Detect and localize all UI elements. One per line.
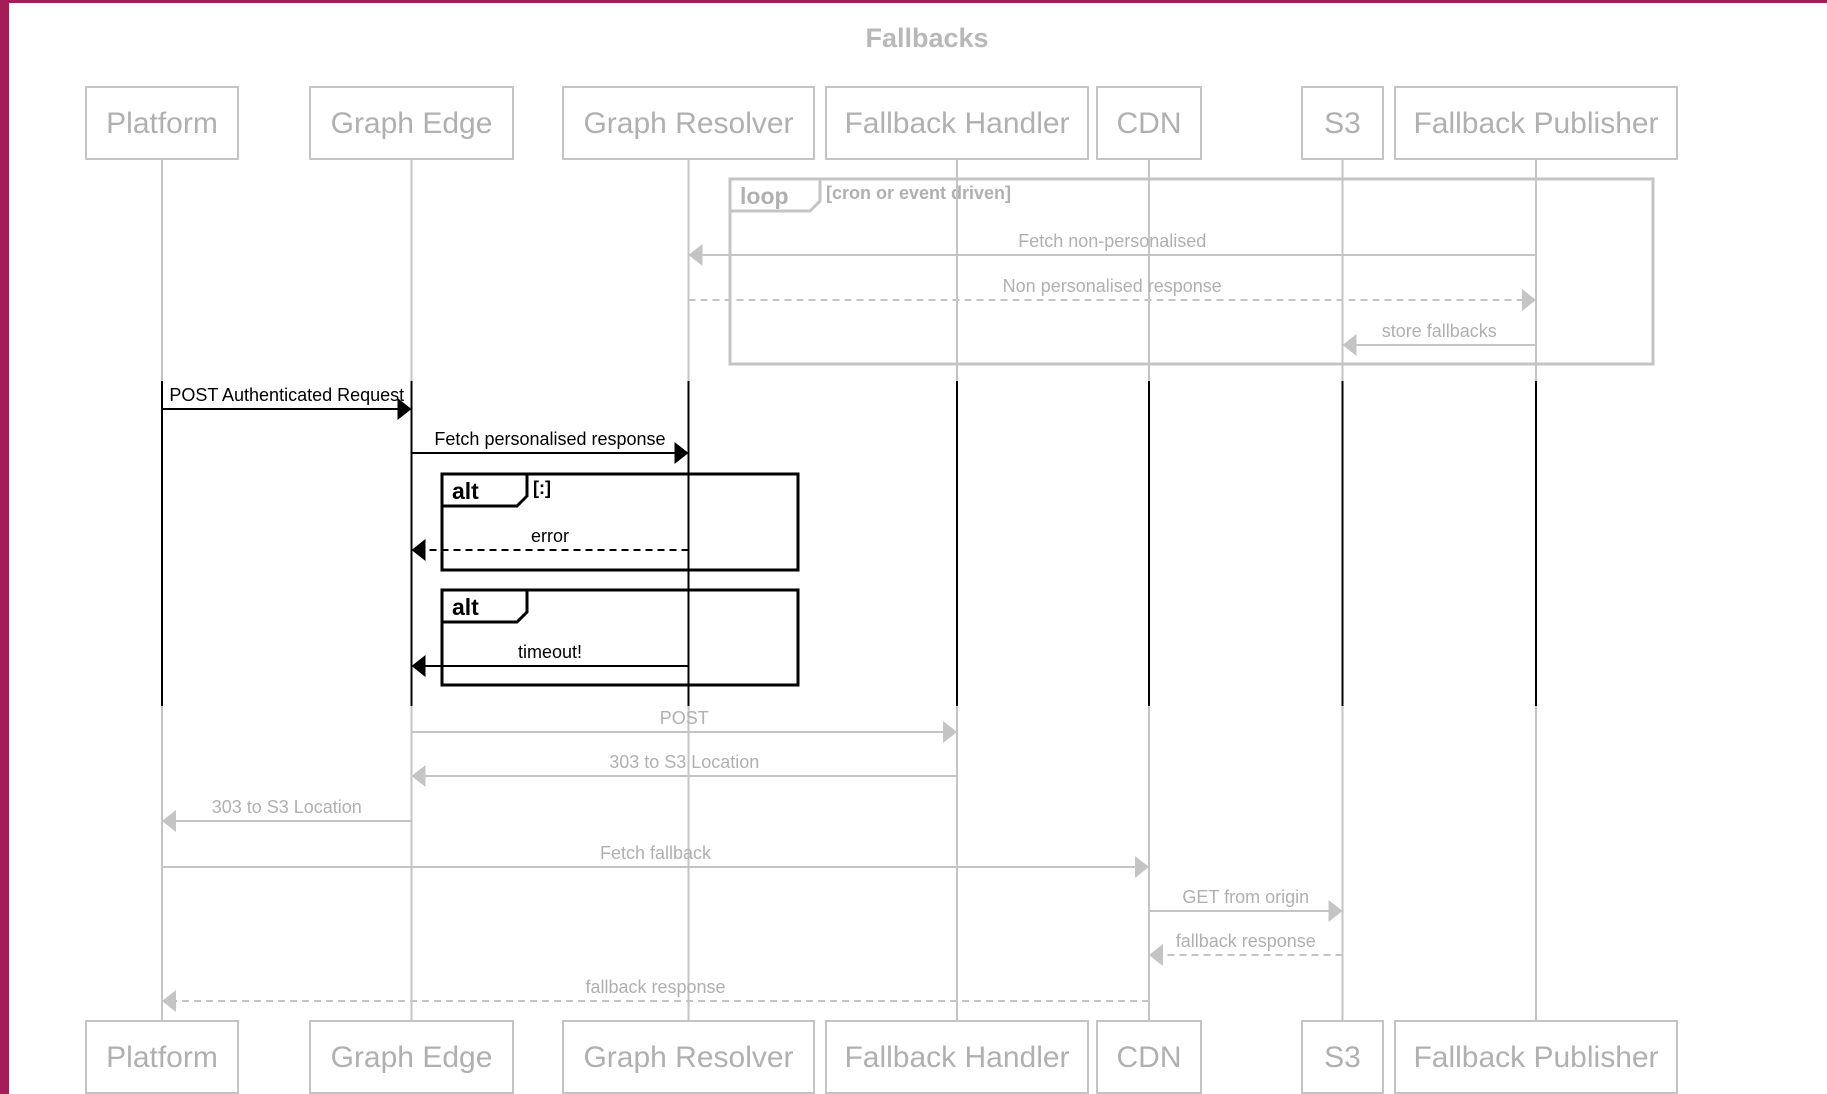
loop-fragment-box <box>728 177 1655 366</box>
participant-label-graph_edge-bottom: Graph Edge <box>331 1041 493 1074</box>
message-8-arrowhead <box>943 721 957 743</box>
participant-label-graph_resolver-top: Graph Resolver <box>583 107 793 140</box>
participant-label-cdn-bottom: CDN <box>1117 1041 1182 1074</box>
message-11-label: Fetch fallback <box>600 843 712 863</box>
message-6-label: error <box>531 526 569 546</box>
message-2-label: Non personalised response <box>1003 276 1222 296</box>
message-9-label: 303 to S3 Location <box>609 752 759 772</box>
participant-label-s3-bottom: S3 <box>1324 1041 1361 1074</box>
message-3-arrowhead <box>1342 334 1357 356</box>
participant-label-platform-bottom: Platform <box>106 1041 218 1074</box>
message-5-label: Fetch personalised response <box>434 429 665 449</box>
message-2-arrowhead <box>1522 289 1536 311</box>
message-1-label: Fetch non-personalised <box>1018 231 1206 251</box>
participant-boxes-layer: Platform Platform Graph Edge Graph Edge Grap… <box>85 86 1678 1094</box>
loop-fragment-condition: [cron or event driven] <box>826 183 1011 203</box>
message-7-arrowhead <box>411 655 426 677</box>
participant-label-s3-top: S3 <box>1324 107 1361 140</box>
message-4-label: POST Authenticated Request <box>169 385 404 405</box>
message-11-arrowhead <box>1135 856 1149 878</box>
diagram-title: Fallbacks <box>865 23 988 53</box>
message-7-label: timeout! <box>518 642 582 662</box>
alt-fragment-condition: [:] <box>533 478 551 498</box>
lifelines-layer <box>161 159 1537 1021</box>
participant-label-graph_resolver-bottom: Graph Resolver <box>583 1041 793 1074</box>
participant-label-fallback_publisher-bottom: Fallback Publisher <box>1413 1041 1658 1074</box>
message-10-arrowhead <box>162 810 176 832</box>
message-14-label: fallback response <box>585 977 725 997</box>
messages-layer: Fetch non-personalised Non personalised r… <box>162 231 1536 1012</box>
participant-label-fallback_publisher-top: Fallback Publisher <box>1413 107 1658 140</box>
message-13-label: fallback response <box>1176 931 1316 951</box>
loop-fragment-label: loop <box>740 183 789 209</box>
message-10-label: 303 to S3 Location <box>212 797 362 817</box>
alt-fragment-label: alt <box>452 478 479 504</box>
diagram-frame: Fallbacks loop [cron or event driven] alt [… <box>0 0 1827 1094</box>
sequence-diagram: Fallbacks loop [cron or event driven] alt [… <box>85 23 1678 1094</box>
message-12-arrowhead <box>1328 900 1343 922</box>
message-9-arrowhead <box>411 765 426 787</box>
participant-label-platform-top: Platform <box>106 107 218 140</box>
alt-fragment-box <box>440 588 800 687</box>
alt-fragment-label: alt <box>452 594 479 620</box>
message-12-label: GET from origin <box>1182 887 1309 907</box>
participant-label-fallback_handler-bottom: Fallback Handler <box>844 1041 1069 1074</box>
message-1-arrowhead <box>688 244 703 266</box>
participant-label-cdn-top: CDN <box>1117 107 1182 140</box>
message-5-arrowhead <box>674 442 689 464</box>
message-13-arrowhead <box>1149 944 1163 966</box>
message-3-label: store fallbacks <box>1382 321 1497 341</box>
participant-label-fallback_handler-top: Fallback Handler <box>844 107 1069 140</box>
message-8-label: POST <box>660 708 709 728</box>
message-14-arrowhead <box>162 990 176 1012</box>
message-6-arrowhead <box>411 539 426 561</box>
participant-label-graph_edge-top: Graph Edge <box>331 107 493 140</box>
alt-fragment-box <box>440 472 800 572</box>
